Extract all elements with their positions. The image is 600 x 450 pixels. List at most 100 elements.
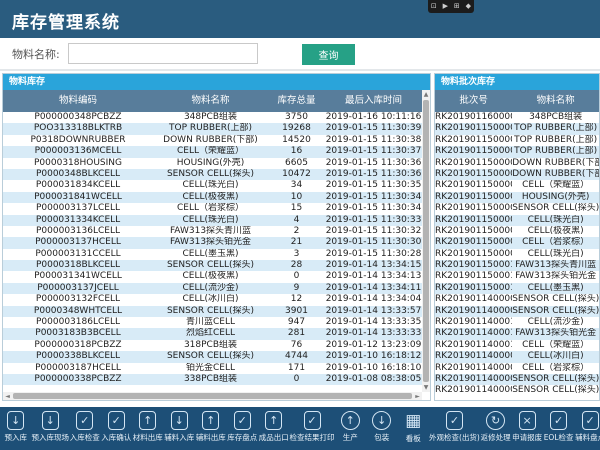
- table-row[interactable]: P000031841WCELLCELL(极夜黑)102019-01-15 11:…: [3, 192, 422, 203]
- table-row[interactable]: P000003136MCELLCELL（荣耀蓝）162019-01-15 11:…: [3, 146, 422, 157]
- table-cell: DOWN RUBBER(下部): [512, 169, 599, 180]
- toolbar-item-申请报废[interactable]: ×申请报废: [511, 411, 543, 450]
- table-row[interactable]: P0000318HOUSINGHOUSING(外壳)66052019-01-15…: [3, 158, 422, 169]
- table-row[interactable]: P000003137LCELLCELL（岩浆棕）152019-01-15 11:…: [3, 203, 422, 214]
- table-row[interactable]: P0000348WHTCELLSENSOR CELL(探头)39012019-0…: [3, 306, 422, 317]
- table-row[interactable]: RK2019011400004SENSOR CELL(探头): [435, 385, 599, 396]
- table-row[interactable]: RK2019011500001TOP RUBBER(上部): [435, 146, 599, 157]
- table-cell: CELL（岩浆棕）: [153, 203, 268, 214]
- table-row[interactable]: RK2019011400009SENSOR CELL(探头): [435, 306, 599, 317]
- table-row[interactable]: RK2019011500010FAW313探头青川蓝: [435, 260, 599, 271]
- toolbar-item-成品出口[interactable]: ↑成品出口: [258, 411, 290, 450]
- table-cell: RK2019011500003: [435, 192, 512, 203]
- shield-check-icon: ✓: [76, 411, 93, 430]
- table-row[interactable]: P0000348BLKCELLSENSOR CELL(探头)104722019-…: [3, 169, 422, 180]
- toolbar-item-包装[interactable]: ↓包装: [366, 411, 398, 450]
- scroll-right-icon[interactable]: ►: [413, 393, 422, 400]
- table-row[interactable]: P0318DOWNRUBBERDOWN RUBBER(下部)145202019-…: [3, 135, 422, 146]
- table-row[interactable]: RK2019011400011CELL(流沙金): [435, 317, 599, 328]
- toolbar-item-预入库现场[interactable]: ↓预入库现场: [32, 411, 70, 450]
- table-row[interactable]: P000031834KCELLCELL(珠光白)342019-01-15 11:…: [3, 180, 422, 191]
- toolbar-item-材料出库[interactable]: ↑ 材料出库: [132, 411, 164, 450]
- table-row[interactable]: RK2019011400005CELL（岩浆棕）: [435, 363, 599, 374]
- toolbar-item-库存盘点[interactable]: ✓库存盘点: [227, 411, 259, 450]
- table-row[interactable]: RK2019011500008CELL（岩浆棕）: [435, 237, 599, 248]
- table-row[interactable]: RK2019011400012FAW313探头铂光金: [435, 328, 599, 339]
- table-row[interactable]: RK2019011500001TOP RUBBER(上部): [435, 135, 599, 146]
- table-row[interactable]: RK2019011400013CELL（荣耀蓝）: [435, 340, 599, 351]
- table-cell: TOP RUBBER(上部): [512, 123, 599, 134]
- table-cell: POO313318BLKTRB: [3, 123, 153, 134]
- table-row[interactable]: RK2019011500004CELL（荣耀蓝）: [435, 180, 599, 191]
- table-row[interactable]: P000003137HCELLFAW313探头铂光金212019-01-15 1…: [3, 237, 422, 248]
- table-cell: RK2019011500001: [435, 135, 512, 146]
- table-row[interactable]: RK2019011400007CELL(冰川白): [435, 351, 599, 362]
- screen-recorder-overlay[interactable]: ⊡ ▶ ⊞ ◆: [428, 0, 474, 13]
- horizontal-scrollbar[interactable]: ◄ ►: [3, 392, 422, 400]
- scroll-left-icon[interactable]: ◄: [3, 393, 12, 400]
- table-cell: 0: [268, 374, 325, 385]
- table-row[interactable]: P0000338BLKCELLSENSOR CELL(探头)47442019-0…: [3, 351, 422, 362]
- clipboard-out-icon: ↑: [139, 411, 156, 430]
- toolbar-item-辅料盘点[interactable]: ✓辅料盘点: [574, 411, 600, 450]
- table-cell: P000031834KCELL: [3, 180, 153, 191]
- table-row[interactable]: RK2019011500007CELL(珠光白): [435, 215, 599, 226]
- table-row[interactable]: P0000318BLKCELLSENSOR CELL(探头)282019-01-…: [3, 260, 422, 271]
- table-row[interactable]: POO313318BLKTRBTOP RUBBER(上部)192682019-0…: [3, 123, 422, 134]
- query-button[interactable]: 查询: [302, 44, 355, 65]
- table-row[interactable]: RK2019011500003HOUSING(外壳): [435, 192, 599, 203]
- toolbar-item-预入库[interactable]: ↓预入库: [0, 411, 32, 450]
- overlay-play-icon[interactable]: ▶: [443, 3, 448, 10]
- toolbar-item-入库确认[interactable]: ✓入库确认: [101, 411, 133, 450]
- horizontal-scroll-thumb[interactable]: [13, 393, 412, 399]
- table-row[interactable]: P000031334KCELLCELL(珠光白)42019-01-15 11:3…: [3, 215, 422, 226]
- table-row[interactable]: RK2019011400009SENSOR CELL(探头): [435, 294, 599, 305]
- overlay-audio-icon[interactable]: ◆: [466, 3, 471, 10]
- table-cell: SENSOR CELL(探头): [153, 260, 268, 271]
- toolbar-item-label: 材料出库: [133, 432, 163, 443]
- toolbar-item-EOL检查[interactable]: ✓EOL检查: [543, 411, 575, 450]
- table-row[interactable]: P000000318PCBZZ318PCB组装762019-01-12 13:2…: [3, 340, 422, 351]
- table-row[interactable]: P000000348PCBZZ348PCB组装37502019-01-16 10…: [3, 112, 422, 123]
- table-row[interactable]: P000003187HCELL铂光金CELL1712019-01-10 16:1…: [3, 363, 422, 374]
- toolbar-item-入库检查[interactable]: ✓入库检查: [69, 411, 101, 450]
- overlay-capture-icon[interactable]: ⊡: [431, 3, 437, 10]
- toolbar-item-生产[interactable]: ↑生产: [335, 411, 367, 450]
- overlay-screenshot-icon[interactable]: ⊞: [454, 3, 460, 10]
- toolbar-item-检查结果打印[interactable]: ✓检查结果打印: [290, 411, 335, 450]
- table-row[interactable]: RK2019011500012CELL(墨玉黑): [435, 283, 599, 294]
- table-row[interactable]: P000000338PCBZZ338PCB组装02019-01-08 08:38…: [3, 374, 422, 385]
- table-row[interactable]: P000031341WCELLCELL(极夜黑)02019-01-14 13:3…: [3, 271, 422, 282]
- table-cell: RK2019011400012: [435, 328, 512, 339]
- table-row[interactable]: RK2019011500009CELL(珠光白): [435, 249, 599, 260]
- table-row[interactable]: P0003183B3BCELL烈焰红CELL2812019-01-14 13:3…: [3, 328, 422, 339]
- vertical-scrollbar[interactable]: ▲ ▼: [422, 90, 430, 392]
- table-cell: HOUSING(外壳): [512, 192, 599, 203]
- table-cell: 3: [268, 249, 325, 260]
- table-row[interactable]: P000003132FCELLCELL(冰川白)122019-01-14 13:…: [3, 294, 422, 305]
- table-row[interactable]: P000003186LCELL青川蓝CELL9472019-01-14 13:3…: [3, 317, 422, 328]
- table-row[interactable]: RK2019011500002DOWN RUBBER(下部): [435, 169, 599, 180]
- toolbar-item-返修处理[interactable]: ↻返修处理: [480, 411, 512, 450]
- scroll-up-icon[interactable]: ▲: [422, 90, 430, 99]
- table-row[interactable]: RK2019011500011FAW313探头铂光金: [435, 271, 599, 282]
- table-row[interactable]: P000003137JCELLCELL(流沙金)92019-01-14 13:3…: [3, 283, 422, 294]
- table-row[interactable]: RK2019011500002DOWN RUBBER(下部): [435, 158, 599, 169]
- table-row[interactable]: RK2019011500006CELL(极夜黑): [435, 226, 599, 237]
- table-row[interactable]: RK2019011500001TOP RUBBER(上部): [435, 123, 599, 134]
- table-row[interactable]: P000003131CCELLCELL(墨玉黑)32019-01-15 11:3…: [3, 249, 422, 260]
- table-row[interactable]: RK2019011600001348PCB组装: [435, 112, 599, 123]
- material-name-input[interactable]: [68, 43, 258, 64]
- table-cell: SENSOR CELL(探头): [512, 306, 599, 317]
- column-header: 物料名称: [512, 90, 599, 112]
- vertical-scroll-thumb[interactable]: [423, 100, 429, 382]
- toolbar-item-外观检查(出货)[interactable]: ✓外观检查(出货): [429, 411, 480, 450]
- toolbar-item-辅料出库[interactable]: ↑辅料出库: [195, 411, 227, 450]
- table-row[interactable]: P000003136LCELLFAW313探头青川蓝22019-01-15 11…: [3, 226, 422, 237]
- table-row[interactable]: RK2019011400004SENSOR CELL(探头): [435, 374, 599, 385]
- scroll-down-icon[interactable]: ▼: [422, 383, 430, 392]
- table-row[interactable]: RK2019011500005SENSOR CELL(探头): [435, 203, 599, 214]
- toolbar-item-辅料入库[interactable]: ↓辅料入库: [164, 411, 196, 450]
- table-cell: 0: [268, 271, 325, 282]
- toolbar-item-看板[interactable]: ▦看板: [398, 411, 430, 450]
